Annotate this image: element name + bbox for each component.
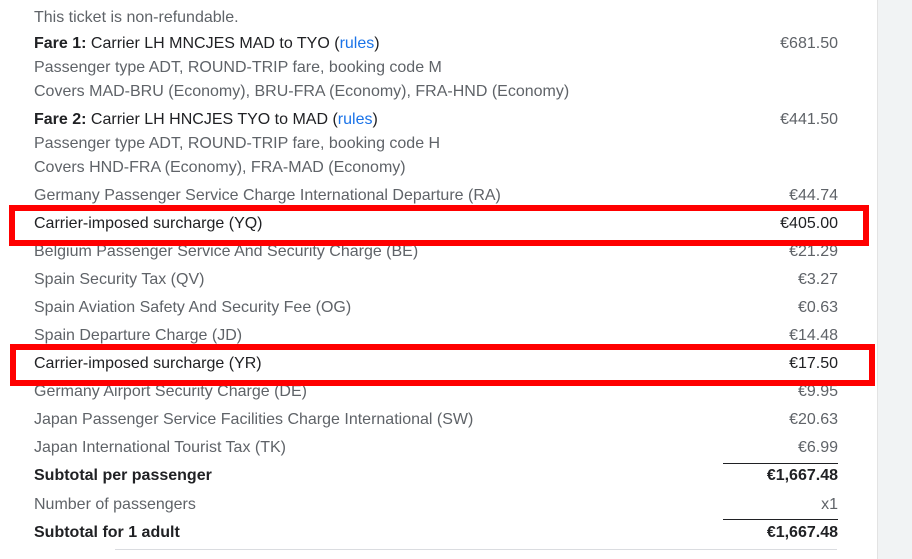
subtotal-per-passenger-row: Subtotal per passenger €1,667.48 — [34, 464, 838, 488]
tax-label: Spain Aviation Safety And Security Fee (… — [34, 299, 352, 316]
scrollbar-gutter — [877, 0, 912, 559]
fare-2-rules-link[interactable]: rules — [338, 111, 373, 128]
tax-row: Spain Departure Charge (JD) €14.48 — [34, 324, 838, 348]
subtotal-total-row: Subtotal for 1 adult €1,667.48 — [34, 521, 838, 545]
tax-label: Japan International Tourist Tax (TK) — [34, 439, 286, 456]
tax-label: Carrier-imposed surcharge (YR) — [34, 355, 262, 372]
tax-amount: €17.50 — [789, 355, 838, 372]
tax-label: Spain Security Tax (QV) — [34, 271, 205, 288]
fare-1-price: €681.50 — [780, 35, 838, 52]
tax-amount: €0.63 — [797, 299, 838, 316]
fare-2-paren-close: ) — [372, 111, 378, 128]
tax-row: Japan International Tourist Tax (TK) €6.… — [34, 436, 838, 460]
tax-row-yr: Carrier-imposed surcharge (YR) €17.50 — [34, 352, 838, 376]
tax-row-yq: Carrier-imposed surcharge (YQ) €405.00 — [34, 212, 838, 236]
fare-1-paren-close: ) — [374, 35, 380, 52]
tax-row: Germany Passenger Service Charge Interna… — [34, 184, 838, 208]
fare-2-passenger-row: Passenger type ADT, ROUND-TRIP fare, boo… — [34, 132, 838, 156]
tax-amount: €21.29 — [789, 243, 838, 260]
tax-label: Germany Passenger Service Charge Interna… — [34, 187, 501, 204]
tax-amount: €44.74 — [789, 187, 838, 204]
fare-1-covers-info: Covers MAD-BRU (Economy), BRU-FRA (Econo… — [34, 83, 570, 100]
fare-2-covers-info: Covers HND-FRA (Economy), FRA-MAD (Econo… — [34, 159, 406, 176]
fare-2-row: Fare 2: Carrier LH HNCJES TYO to MAD (ru… — [34, 108, 838, 132]
tax-amount: €20.63 — [789, 411, 838, 428]
tax-amount: €6.99 — [797, 439, 838, 456]
fare-1-rules-link[interactable]: rules — [340, 35, 375, 52]
fare-1-description: Carrier LH MNCJES MAD to TYO — [90, 35, 330, 52]
passenger-count-label: Number of passengers — [34, 496, 196, 513]
fare-1-passenger-row: Passenger type ADT, ROUND-TRIP fare, boo… — [34, 56, 838, 80]
tax-amount: €405.00 — [780, 215, 838, 232]
tax-row: Japan Passenger Service Facilities Charg… — [34, 408, 838, 432]
subtotal-total-label: Subtotal for 1 adult — [34, 524, 180, 541]
subtotal-per-passenger-amount: €1,667.48 — [766, 467, 838, 484]
fare-1-passenger-info: Passenger type ADT, ROUND-TRIP fare, boo… — [34, 59, 442, 76]
fare-2-summary: Fare 2: Carrier LH HNCJES TYO to MAD (ru… — [34, 108, 378, 132]
tax-amount: €14.48 — [789, 327, 838, 344]
tax-row: Belgium Passenger Service And Security C… — [34, 240, 838, 264]
fare-2-description: Carrier LH HNCJES TYO to MAD — [90, 111, 328, 128]
tax-label: Germany Airport Security Charge (DE) — [34, 383, 307, 400]
fare-1-summary: Fare 1: Carrier LH MNCJES MAD to TYO (ru… — [34, 32, 380, 56]
tax-label: Belgium Passenger Service And Security C… — [34, 243, 419, 260]
fare-1-covers-row: Covers MAD-BRU (Economy), BRU-FRA (Econo… — [34, 80, 838, 104]
fare-2-label: Fare 2: — [34, 111, 87, 128]
tax-row: Spain Security Tax (QV) €3.27 — [34, 268, 838, 292]
fare-2-covers-row: Covers HND-FRA (Economy), FRA-MAD (Econo… — [34, 156, 838, 180]
tax-amount: €3.27 — [797, 271, 838, 288]
tax-row: Spain Aviation Safety And Security Fee (… — [34, 296, 838, 320]
notice-text: This ticket is non-refundable. — [34, 9, 239, 26]
subtotal-per-passenger-label: Subtotal per passenger — [34, 467, 212, 484]
tax-row: Germany Airport Security Charge (DE) €9.… — [34, 380, 838, 404]
fare-1-row: Fare 1: Carrier LH MNCJES MAD to TYO (ru… — [34, 32, 838, 56]
section-bottom-divider — [115, 549, 837, 550]
non-refundable-notice: This ticket is non-refundable. — [34, 6, 838, 30]
tax-label: Japan Passenger Service Facilities Charg… — [34, 411, 474, 428]
passenger-count-value: x1 — [821, 496, 838, 513]
tax-label: Spain Departure Charge (JD) — [34, 327, 243, 344]
passenger-count-row: Number of passengers x1 — [34, 493, 838, 517]
fare-1-label: Fare 1: — [34, 35, 87, 52]
fare-2-passenger-info: Passenger type ADT, ROUND-TRIP fare, boo… — [34, 135, 441, 152]
tax-label: Carrier-imposed surcharge (YQ) — [34, 215, 263, 232]
tax-amount: €9.95 — [797, 383, 838, 400]
total-divider — [723, 519, 838, 520]
fare-2-price: €441.50 — [780, 111, 838, 128]
subtotal-total-amount: €1,667.48 — [766, 524, 838, 541]
